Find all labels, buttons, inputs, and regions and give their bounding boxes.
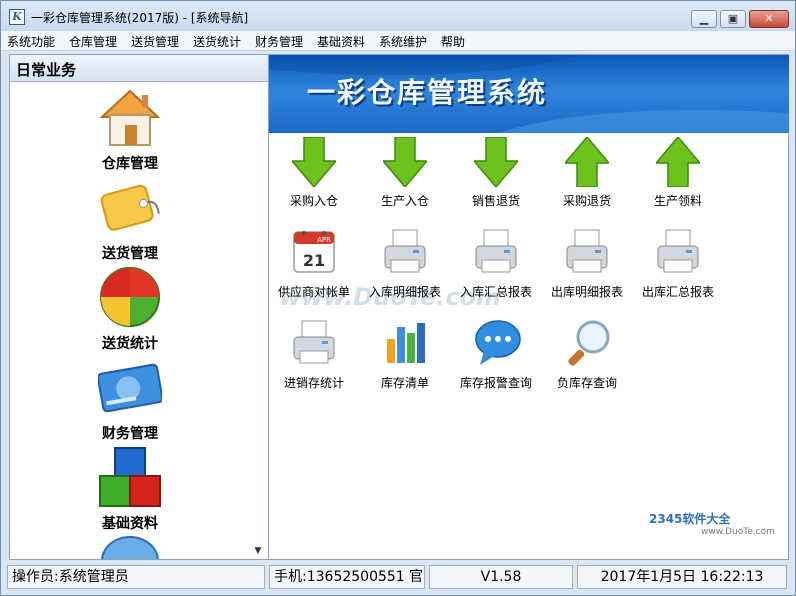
sidebar-item-basic-data[interactable]: 基础资料 — [70, 445, 190, 533]
sidebar-item-delivery-stats[interactable]: 送货统计 — [70, 265, 190, 353]
title-bar[interactable]: K 一彩仓库管理系统(2017版) - [系统导航] ▁ ▣ ✕ — [1, 1, 795, 31]
sidebar-item-label: 仓库管理 — [102, 156, 158, 172]
sidebar-item-more[interactable] — [70, 535, 190, 559]
status-phone: 手机:13652500551 官 — [269, 565, 425, 589]
sidebar: 日常业务 仓库管理 送货管理 送货统计 财务管理 基础资料 ▼ — [9, 54, 269, 560]
up-arrow-icon — [565, 137, 609, 187]
up-arrow-icon — [656, 137, 700, 187]
printer-icon — [475, 229, 517, 273]
tile-in-summary-report[interactable]: 入库汇总报表 — [451, 228, 541, 308]
scroll-down-icon[interactable]: ▼ — [249, 543, 267, 559]
sidebar-item-label: 财务管理 — [102, 426, 158, 442]
tile-purchase-return[interactable]: 采购退货 — [542, 137, 632, 217]
menu-help[interactable]: 帮助 — [441, 33, 465, 50]
printer-icon — [657, 229, 699, 273]
main-panel: 一彩仓库管理系统 www.DuoTe.com 采购入仓 生产入仓 销售退货 采购… — [269, 54, 789, 560]
status-version: V1.58 — [429, 565, 573, 589]
tile-production-in[interactable]: 生产入仓 — [360, 137, 450, 217]
tile-in-detail-report[interactable]: 入库明细报表 — [360, 228, 450, 308]
menu-maintenance[interactable]: 系统维护 — [379, 33, 427, 50]
calendar-month: APR — [317, 236, 331, 244]
minimize-icon: ▁ — [699, 12, 709, 25]
banner-title: 一彩仓库管理系统 — [307, 76, 548, 109]
menu-delivery-stats[interactable]: 送货统计 — [193, 33, 241, 50]
corner-logo-text: 2345软件大全 — [649, 512, 731, 526]
tile-label: 出库汇总报表 — [641, 285, 714, 299]
sidebar-item-warehouse[interactable]: 仓库管理 — [70, 85, 190, 173]
close-icon: ✕ — [764, 12, 774, 25]
printer-icon — [566, 229, 608, 273]
calendar-icon: APR 21 — [293, 231, 335, 273]
app-logo-icon[interactable]: K — [9, 9, 25, 25]
card-icon — [98, 363, 162, 413]
maximize-icon: ▣ — [727, 12, 739, 25]
tag-icon — [100, 184, 160, 231]
tile-out-summary-report[interactable]: 出库汇总报表 — [633, 228, 723, 308]
corner-logo: 2345软件大全 www.DuoTe.com — [649, 510, 775, 537]
tile-label: 负库存查询 — [556, 376, 617, 390]
tile-inventory-stats[interactable]: 进销存统计 — [269, 319, 359, 399]
menu-system[interactable]: 系统功能 — [7, 33, 55, 50]
status-operator: 操作员:系统管理员 — [7, 565, 265, 589]
globe-icon — [101, 536, 159, 559]
menu-basic-data[interactable]: 基础资料 — [317, 33, 365, 50]
sidebar-item-label: 送货统计 — [102, 336, 158, 352]
tile-out-detail-report[interactable]: 出库明细报表 — [542, 228, 632, 308]
tile-purchase-in[interactable]: 采购入仓 — [269, 137, 359, 217]
house-icon — [99, 89, 161, 146]
status-datetime: 2017年1月5日 16:22:13 — [577, 565, 787, 589]
tile-supplier-statement[interactable]: APR 21 供应商对帐单 — [269, 228, 359, 308]
down-arrow-icon — [292, 137, 336, 187]
minimize-button[interactable]: ▁ — [691, 10, 717, 28]
menu-warehouse[interactable]: 仓库管理 — [69, 33, 117, 50]
menu-delivery[interactable]: 送货管理 — [131, 33, 179, 50]
sidebar-header: 日常业务 — [10, 55, 268, 82]
pie-chart-icon — [100, 267, 160, 327]
speech-bubble-icon — [475, 320, 521, 365]
sidebar-item-delivery[interactable]: 送货管理 — [70, 175, 190, 263]
close-button[interactable]: ✕ — [749, 10, 789, 28]
tile-negative-stock[interactable]: 负库存查询 — [542, 319, 632, 399]
sidebar-item-finance[interactable]: 财务管理 — [70, 355, 190, 443]
printer-icon — [293, 320, 335, 364]
sidebar-item-label: 送货管理 — [102, 246, 158, 262]
banner: 一彩仓库管理系统 — [269, 55, 789, 133]
tile-stock-list[interactable]: 库存清单 — [360, 319, 450, 399]
corner-logo-url: www.DuoTe.com — [701, 527, 775, 537]
down-arrow-icon — [474, 137, 518, 187]
menu-finance[interactable]: 财务管理 — [255, 33, 303, 50]
tile-label: 生产领料 — [653, 194, 702, 208]
printer-icon — [384, 229, 426, 273]
down-arrow-icon — [383, 137, 427, 187]
menu-bar: 系统功能 仓库管理 送货管理 送货统计 财务管理 基础资料 系统维护 帮助 — [1, 31, 795, 51]
blocks-icon — [99, 447, 161, 507]
maximize-button[interactable]: ▣ — [720, 10, 746, 28]
calendar-day: 21 — [303, 251, 325, 270]
bar-chart-icon — [387, 323, 425, 363]
sidebar-item-label: 基础资料 — [102, 516, 158, 532]
tile-stock-alert[interactable]: 库存报警查询 — [451, 319, 541, 399]
app-window: K 一彩仓库管理系统(2017版) - [系统导航] ▁ ▣ ✕ 系统功能 仓库… — [0, 0, 796, 596]
magnifier-icon — [568, 320, 610, 366]
status-bar: 操作员:系统管理员 手机:13652500551 官 V1.58 2017年1月… — [1, 563, 795, 595]
tile-production-pick[interactable]: 生产领料 — [633, 137, 723, 217]
tile-sales-return[interactable]: 销售退货 — [451, 137, 541, 217]
window-title: 一彩仓库管理系统(2017版) - [系统导航] — [31, 11, 249, 25]
